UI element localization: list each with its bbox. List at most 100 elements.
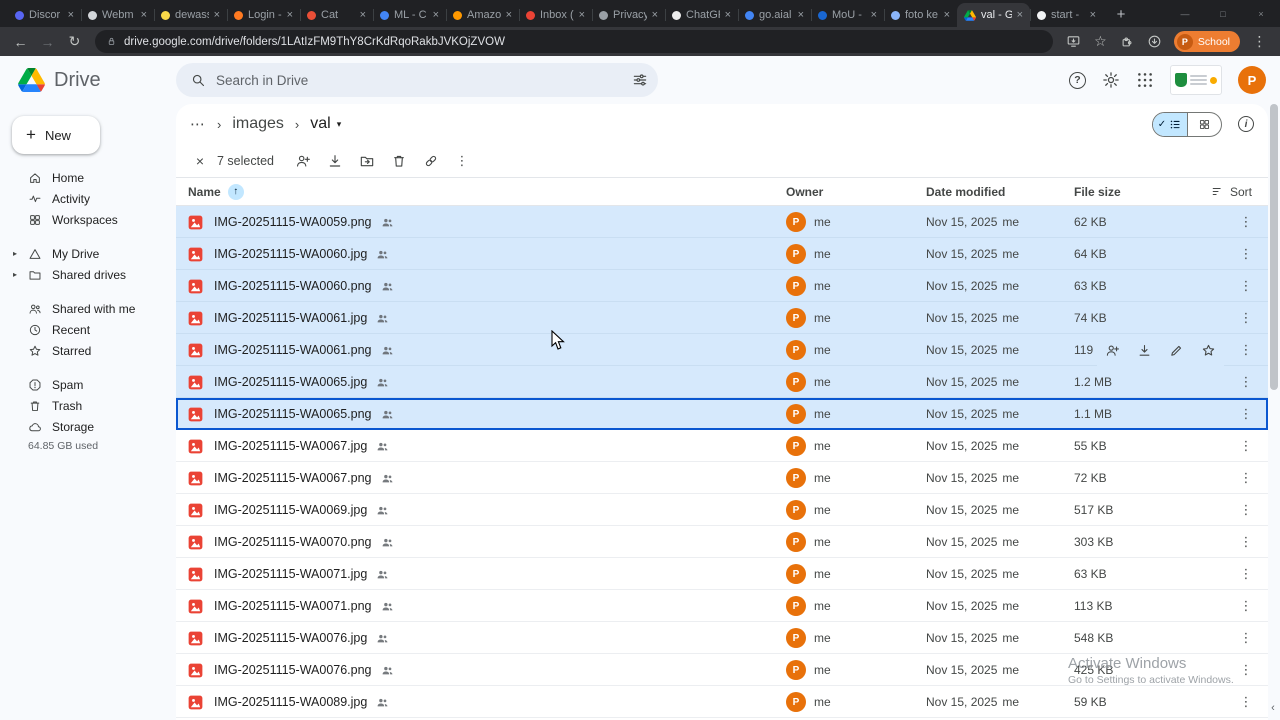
file-row[interactable]: IMG-20251115-WA0069.jpg P me Nov 15, 202… <box>176 494 1268 526</box>
row-menu-button[interactable]: ⋮ <box>1224 374 1268 390</box>
tab-close-icon[interactable]: × <box>798 9 804 21</box>
sidebar-item-spam[interactable]: Spam <box>0 374 176 395</box>
more-actions-button[interactable]: ⋮ <box>449 153 475 169</box>
page-scrollbar[interactable] <box>1270 104 1278 706</box>
tab-close-icon[interactable]: × <box>214 9 220 21</box>
file-row[interactable]: IMG-20251115-WA0067.png P me Nov 15, 202… <box>176 462 1268 494</box>
row-menu-button[interactable]: ⋮ <box>1224 438 1268 454</box>
bookmark-star-icon[interactable]: ☆ <box>1088 33 1113 50</box>
sidebar-item-recent[interactable]: Recent <box>0 319 176 340</box>
expand-caret-icon[interactable]: ▸ <box>13 270 17 279</box>
delete-button[interactable] <box>385 147 414 175</box>
tab-close-icon[interactable]: × <box>287 9 293 21</box>
tab-close-icon[interactable]: × <box>944 9 950 21</box>
tab-close-icon[interactable]: × <box>141 9 147 21</box>
breadcrumb-current-folder[interactable]: val ▾ <box>310 115 341 133</box>
grid-view-toggle[interactable] <box>1187 112 1221 136</box>
browser-menu-button[interactable]: ⋮ <box>1247 33 1272 50</box>
sort-ascending-icon[interactable]: ↑ <box>227 183 244 200</box>
tab-close-icon[interactable]: × <box>433 9 439 21</box>
help-button[interactable]: ? <box>1069 71 1086 89</box>
drive-search-bar[interactable] <box>176 63 658 97</box>
settings-gear-icon[interactable] <box>1102 71 1120 89</box>
download-icon[interactable] <box>1137 343 1152 358</box>
browser-tab[interactable]: Login - × <box>227 3 300 27</box>
row-menu-button[interactable]: ⋮ <box>1224 694 1268 710</box>
breadcrumb-parent-folder[interactable]: images <box>232 115 284 133</box>
sidebar-item-home[interactable]: Home <box>0 167 176 188</box>
save-to-device-icon[interactable] <box>1061 34 1086 49</box>
new-tab-button[interactable]: + <box>1112 6 1130 23</box>
drive-logo-zone[interactable]: Drive <box>0 68 176 92</box>
window-close-button[interactable]: × <box>1242 0 1280 27</box>
new-button[interactable]: + New <box>12 116 100 154</box>
row-menu-button[interactable]: ⋮ <box>1224 534 1268 550</box>
search-input[interactable] <box>216 72 622 88</box>
browser-tab[interactable]: Webm × <box>81 3 154 27</box>
scrollbar-thumb[interactable] <box>1270 104 1278 390</box>
row-menu-button[interactable]: ⋮ <box>1224 502 1268 518</box>
google-apps-grid-icon[interactable] <box>1136 71 1154 89</box>
row-menu-button[interactable]: ⋮ <box>1224 342 1268 358</box>
share-button[interactable] <box>289 147 318 175</box>
tab-close-icon[interactable]: × <box>506 9 512 21</box>
extensions-icon[interactable] <box>1115 34 1140 49</box>
row-menu-button[interactable]: ⋮ <box>1224 310 1268 326</box>
column-header-modified[interactable]: Date modified <box>926 185 1074 199</box>
browser-tab[interactable]: ChatGF × <box>665 3 738 27</box>
row-menu-button[interactable]: ⋮ <box>1224 630 1268 646</box>
browser-tab[interactable]: dewass × <box>154 3 227 27</box>
column-header-size[interactable]: File size <box>1074 185 1184 199</box>
row-menu-button[interactable]: ⋮ <box>1224 470 1268 486</box>
tab-close-icon[interactable]: × <box>68 9 74 21</box>
file-row[interactable]: IMG-20251115-WA0059.png P me Nov 15, 202… <box>176 206 1268 238</box>
sidebar-item-starred[interactable]: Starred <box>0 340 176 361</box>
file-row[interactable]: IMG-20251115-WA0065.png P me Nov 15, 202… <box>176 398 1268 430</box>
back-button[interactable]: ← <box>8 34 33 50</box>
star-icon[interactable] <box>1201 343 1216 358</box>
file-row[interactable]: IMG-20251115-WA0071.jpg P me Nov 15, 202… <box>176 558 1268 590</box>
tab-close-icon[interactable]: × <box>579 9 585 21</box>
browser-tab[interactable]: start - × <box>1030 3 1103 27</box>
browser-profile-chip[interactable]: P School <box>1173 31 1240 52</box>
account-avatar[interactable]: P <box>1238 66 1266 94</box>
file-row[interactable]: IMG-20251115-WA0071.png P me Nov 15, 202… <box>176 590 1268 622</box>
file-row[interactable]: IMG-20251115-WA0076.png P me Nov 15, 202… <box>176 654 1268 686</box>
browser-tab[interactable]: val - G × <box>957 3 1030 27</box>
person-add-icon[interactable] <box>1105 343 1120 358</box>
browser-tab[interactable]: Inbox ( × <box>519 3 592 27</box>
file-row[interactable]: IMG-20251115-WA0060.png P me Nov 15, 202… <box>176 270 1268 302</box>
browser-tab[interactable]: go.aial × <box>738 3 811 27</box>
file-row[interactable]: IMG-20251115-WA0061.jpg P me Nov 15, 202… <box>176 302 1268 334</box>
reload-button[interactable]: ↻ <box>62 33 87 50</box>
copy-link-button[interactable] <box>417 147 446 175</box>
tab-close-icon[interactable]: × <box>652 9 658 21</box>
details-info-button[interactable]: i <box>1238 116 1254 132</box>
move-button[interactable] <box>353 147 382 175</box>
window-maximize-button[interactable]: □ <box>1204 0 1242 27</box>
tab-close-icon[interactable]: × <box>725 9 731 21</box>
scroll-left-chevron[interactable]: ‹ <box>1267 700 1279 716</box>
sidebar-item-workspaces[interactable]: Workspaces <box>0 209 176 230</box>
tab-close-icon[interactable]: × <box>360 9 366 21</box>
row-menu-button[interactable]: ⋮ <box>1224 278 1268 294</box>
sidebar-item-my-drive[interactable]: ▸ My Drive <box>0 243 176 264</box>
browser-tab[interactable]: foto ke × <box>884 3 957 27</box>
browser-tab[interactable]: MoU - × <box>811 3 884 27</box>
sidebar-item-activity[interactable]: Activity <box>0 188 176 209</box>
sidebar-item-shared-with-me[interactable]: Shared with me <box>0 298 176 319</box>
column-header-owner[interactable]: Owner <box>786 185 926 199</box>
tab-close-icon[interactable]: × <box>1017 9 1023 21</box>
row-menu-button[interactable]: ⋮ <box>1224 246 1268 262</box>
row-menu-button[interactable]: ⋮ <box>1224 566 1268 582</box>
tab-close-icon[interactable]: × <box>1090 9 1096 21</box>
update-download-icon[interactable] <box>1142 34 1167 49</box>
row-menu-button[interactable]: ⋮ <box>1224 662 1268 678</box>
browser-tab[interactable]: Amazo × <box>446 3 519 27</box>
forward-button[interactable]: → <box>35 34 60 50</box>
address-bar[interactable]: drive.google.com/drive/folders/1LAtIzFM9… <box>95 30 1053 53</box>
tab-close-icon[interactable]: × <box>871 9 877 21</box>
breadcrumb-collapsed-button[interactable]: ⋯ <box>190 115 206 133</box>
sidebar-item-storage[interactable]: Storage <box>0 416 176 437</box>
file-row[interactable]: IMG-20251115-WA0065.jpg P me Nov 15, 202… <box>176 366 1268 398</box>
